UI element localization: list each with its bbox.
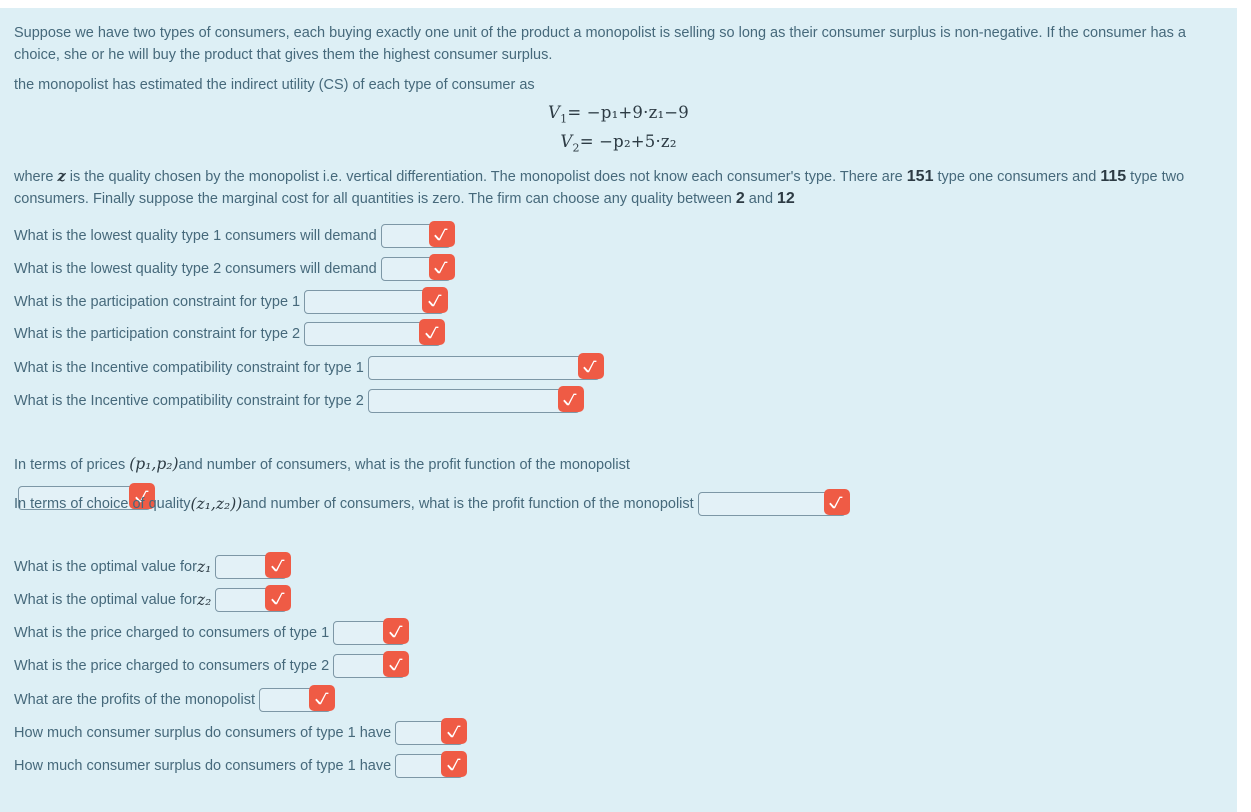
question-math-symbol: z₁ xyxy=(196,558,212,576)
question-row: What is the participation constraint for… xyxy=(14,287,449,314)
intro-paragraph-2: the monopolist has estimated the indirec… xyxy=(14,77,535,93)
answer-input-q6[interactable] xyxy=(367,389,580,413)
question-row: What is the optimal value for z₂ xyxy=(14,585,292,612)
quality-max: 12 xyxy=(777,190,795,207)
check-mark-icon[interactable] xyxy=(383,618,410,644)
setup-middle: is the quality chosen by the monopolist … xyxy=(65,169,907,185)
question-label: What is the optimal value for xyxy=(14,592,197,608)
check-mark-icon[interactable] xyxy=(428,254,455,280)
question-label: What is the Incentive compatibility cons… xyxy=(14,360,364,376)
formula-v1-lhs: V xyxy=(548,103,561,122)
answer-field-wrapper xyxy=(215,585,292,612)
check-mark-icon[interactable] xyxy=(441,718,468,744)
check-mark-icon[interactable] xyxy=(441,751,468,777)
check-mark-icon[interactable] xyxy=(309,685,335,711)
formula-v1-rhs: = −p₁+9·z₁−9 xyxy=(567,103,689,122)
check-mark-icon[interactable] xyxy=(557,386,584,412)
check-mark-icon[interactable] xyxy=(422,287,449,313)
quality-pair-symbol: (z₁,z₂)) xyxy=(190,495,243,513)
question-label: What is the participation constraint for… xyxy=(14,326,301,342)
profit-quality-question-row: In terms of choice of quality (z₁,z₂)) a… xyxy=(14,489,850,516)
question-label: What is the Incentive compatibility cons… xyxy=(14,393,364,409)
question-row: What is the optimal value for z₁ xyxy=(14,552,292,579)
answer-field-wrapper xyxy=(697,489,850,516)
question-label: What are the profits of the monopolist xyxy=(14,692,255,708)
formula-v2-rhs: = −p₂+5·z₂ xyxy=(579,132,677,152)
check-mark-icon[interactable] xyxy=(823,489,850,515)
question-row: What is the lowest quality type 1 consum… xyxy=(14,221,455,248)
type-one-count: 151 xyxy=(906,168,934,185)
check-mark-icon[interactable] xyxy=(428,221,455,247)
answer-field-wrapper xyxy=(304,287,449,314)
quiz-page: Suppose we have two types of consumers, … xyxy=(0,8,1237,812)
quality-min: 2 xyxy=(735,190,745,207)
answer-field-wrapper xyxy=(395,751,468,778)
question-label: What is the lowest quality type 2 consum… xyxy=(14,261,377,277)
check-mark-icon[interactable] xyxy=(265,585,292,611)
answer-field-wrapper xyxy=(333,618,410,645)
answer-field-wrapper xyxy=(304,319,446,346)
answer-field-wrapper xyxy=(259,685,335,712)
question-label: What is the price charged to consumers o… xyxy=(14,625,330,641)
answer-field-wrapper xyxy=(333,651,410,678)
quality-symbol: z xyxy=(57,168,66,185)
question-row: What is the Incentive compatibility cons… xyxy=(14,386,584,413)
type-two-count: 115 xyxy=(1100,168,1127,185)
check-mark-icon[interactable] xyxy=(577,353,604,379)
answer-field-wrapper xyxy=(380,221,455,248)
question-row: What is the price charged to consumers o… xyxy=(14,618,410,645)
price-pair-symbol: (p₁,p₂) xyxy=(129,455,179,473)
question-row: What are the profits of the monopolist xyxy=(14,685,335,712)
formula-v2-lhs: V xyxy=(560,132,573,152)
question-label: How much consumer surplus do consumers o… xyxy=(14,725,392,741)
setup-paragraph: where z is the quality chosen by the mon… xyxy=(14,166,1229,210)
question-label: What is the optimal value for xyxy=(14,559,197,575)
answer-field-wrapper xyxy=(367,353,604,380)
formula-v2: V2= −p₂+5·z₂ xyxy=(0,130,1237,159)
answer-field-wrapper xyxy=(380,254,455,281)
question-row: How much consumer surplus do consumers o… xyxy=(14,718,468,745)
question-math-symbol: z₂ xyxy=(196,591,212,609)
answer-input-q5[interactable] xyxy=(367,356,600,380)
formula-v2-sub: 2 xyxy=(572,141,580,155)
question-row: How much consumer surplus do consumers o… xyxy=(14,751,468,778)
question-row: What is the participation constraint for… xyxy=(14,319,446,346)
answer-field-wrapper xyxy=(367,386,584,413)
question-label: What is the participation constraint for… xyxy=(14,294,301,310)
formula-v1: V1= −p₁+9·z₁−9 xyxy=(0,101,1237,130)
intro-paragraph-1: Suppose we have two types of consumers, … xyxy=(14,25,1186,63)
profit-quality-text-after: and number of consumers, what is the pro… xyxy=(242,496,694,512)
question-label: What is the lowest quality type 1 consum… xyxy=(14,228,377,244)
setup-between-and: and xyxy=(744,191,778,207)
profit-quality-text-before: In terms of choice of quality xyxy=(14,496,191,512)
answer-field-wrapper xyxy=(395,718,468,745)
question-row: What is the lowest quality type 2 consum… xyxy=(14,254,455,281)
setup-after-count-1: type one consumers and xyxy=(933,169,1101,185)
question-row: What is the Incentive compatibility cons… xyxy=(14,353,604,380)
question-label: What is the price charged to consumers o… xyxy=(14,658,330,674)
answer-field-wrapper xyxy=(215,552,292,579)
profit-price-text-after: and number of consumers, what is the pro… xyxy=(178,457,630,473)
check-mark-icon[interactable] xyxy=(265,552,292,578)
check-mark-icon[interactable] xyxy=(419,319,446,345)
utility-formulas: V1= −p₁+9·z₁−9 V2= −p₂+5·z₂ xyxy=(0,101,1237,160)
profit-price-text-before: In terms of prices xyxy=(14,457,130,473)
question-row: What is the price charged to consumers o… xyxy=(14,651,410,678)
profit-price-question-text: In terms of prices (p₁,p₂)and number of … xyxy=(14,453,630,476)
setup-prefix: where xyxy=(14,169,58,185)
question-label: How much consumer surplus do consumers o… xyxy=(14,758,392,774)
check-mark-icon[interactable] xyxy=(383,651,410,677)
